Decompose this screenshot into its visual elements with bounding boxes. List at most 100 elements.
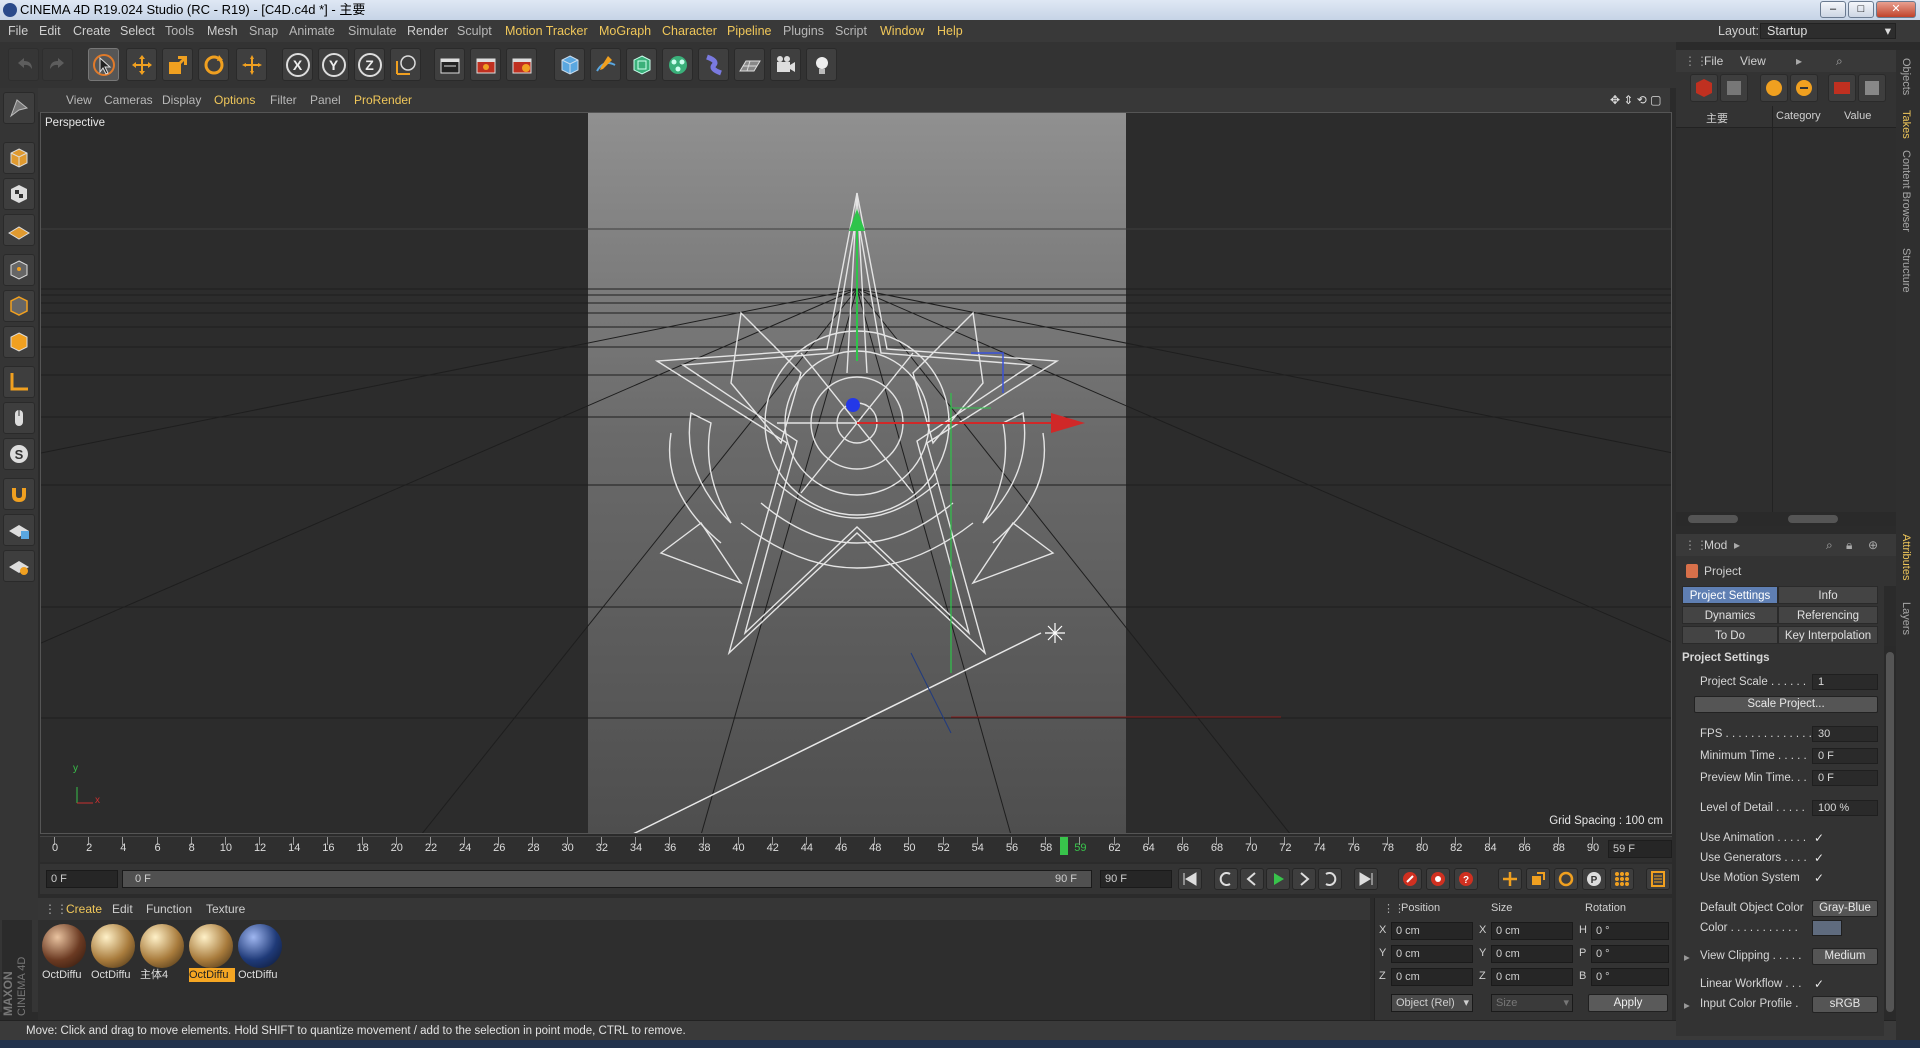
rotation-p-field[interactable]: 0 ° [1591, 945, 1669, 963]
render-object-icon[interactable] [1828, 74, 1856, 102]
object-horizontal-scrollbar[interactable] [1676, 512, 1896, 526]
material-menu-texture[interactable]: Texture [206, 898, 245, 920]
size-y-field[interactable]: 0 cm [1491, 945, 1573, 963]
timeline-layout-icon[interactable] [1646, 868, 1670, 890]
tab-dynamics[interactable]: Dynamics [1682, 606, 1778, 624]
attributes-mode-menu[interactable]: Mod [1704, 534, 1727, 556]
cube-icon[interactable] [554, 48, 585, 81]
lock-workplane-icon[interactable] [3, 514, 35, 546]
use-motion-system-checkbox[interactable]: ✓ [1814, 872, 1826, 884]
minimize-button[interactable]: – [1820, 1, 1846, 18]
size-z-field[interactable]: 0 cm [1491, 968, 1573, 986]
material-swatch[interactable]: OctDiffu [189, 924, 235, 986]
menu-edit[interactable]: Edit [39, 20, 61, 42]
rotate-icon[interactable] [198, 48, 229, 81]
use-generators-checkbox[interactable]: ✓ [1814, 852, 1826, 864]
menu-script[interactable]: Script [835, 20, 867, 42]
viewport-menu-prorender[interactable]: ProRender [354, 88, 412, 112]
linear-workflow-checkbox[interactable]: ✓ [1814, 978, 1826, 990]
next-frame-icon[interactable] [1292, 868, 1316, 890]
side-tab-objects[interactable]: Objects [1900, 58, 1912, 95]
undo-icon[interactable] [8, 48, 39, 81]
filter-icon[interactable] [1790, 74, 1818, 102]
live-selection-icon[interactable] [88, 48, 119, 81]
render-settings-icon[interactable] [506, 48, 537, 81]
color-swatch[interactable] [1812, 920, 1842, 936]
keyframe-selection-icon[interactable]: ? [1454, 868, 1478, 890]
camera-icon[interactable] [770, 48, 801, 81]
timeline-ruler[interactable]: 0 2 4 6 8 10 12 14 16 18 20 22 24 26 28 30 32 34 36 38 40 42 4… [40, 836, 1672, 862]
play-icon[interactable] [1266, 868, 1290, 890]
pen-spline-icon[interactable] [590, 48, 621, 81]
go-to-start-icon[interactable] [1178, 868, 1202, 890]
apply-button[interactable]: Apply [1588, 994, 1668, 1012]
menu-sculpt[interactable]: Sculpt [457, 20, 492, 42]
layout-select[interactable]: Startup ▾ [1760, 23, 1896, 39]
light-icon[interactable] [806, 48, 837, 81]
expand-arrow-icon[interactable]: ▸ [1684, 998, 1690, 1012]
viewport-navigation-icon[interactable]: ✥ ⇕ ⟲ ▢ [1610, 88, 1662, 112]
search-icon[interactable]: ⌕ [1826, 534, 1833, 556]
scale-icon[interactable] [162, 48, 193, 81]
tag-icon[interactable] [1760, 74, 1788, 102]
position-x-field[interactable]: 0 cm [1391, 922, 1473, 940]
object-settings-icon[interactable] [1858, 74, 1886, 102]
add-object-icon[interactable] [1690, 74, 1718, 102]
position-z-field[interactable]: 0 cm [1391, 968, 1473, 986]
level-of-detail-field[interactable]: 100 % [1812, 800, 1878, 816]
preview-min-time-field[interactable]: 0 F [1812, 770, 1878, 786]
points-mode-icon[interactable] [3, 254, 35, 286]
size-x-field[interactable]: 0 cm [1491, 922, 1573, 940]
rotation-key-icon[interactable] [1554, 868, 1578, 890]
project-scale-field[interactable]: 1 [1812, 674, 1878, 690]
transform-icon[interactable] [236, 48, 267, 81]
menu-snap[interactable]: Snap [249, 20, 278, 42]
side-tab-attributes[interactable]: Attributes [1900, 534, 1912, 580]
deformer-icon[interactable] [698, 48, 729, 81]
position-y-field[interactable]: 0 cm [1391, 945, 1473, 963]
menu-create[interactable]: Create [73, 20, 111, 42]
viewport-menu-panel[interactable]: Panel [310, 88, 341, 112]
x-axis-lock-button[interactable]: X [282, 48, 313, 81]
preview-range-slider[interactable]: 0 F 90 F [122, 870, 1092, 888]
workplane-mode-icon[interactable] [3, 214, 35, 246]
viewport-menu-display[interactable]: Display [162, 88, 201, 112]
menu-motion-tracker[interactable]: Motion Tracker [505, 20, 588, 42]
go-to-end-icon[interactable] [1354, 868, 1378, 890]
search-icon[interactable]: ⌕ [1836, 50, 1843, 72]
side-tab-takes[interactable]: Takes [1900, 110, 1912, 139]
edges-mode-icon[interactable] [3, 290, 35, 322]
tab-project-settings[interactable]: Project Settings [1682, 586, 1778, 604]
magnet-icon[interactable] [3, 478, 35, 510]
previous-key-icon[interactable] [1214, 868, 1238, 890]
viewport-menu-options[interactable]: Options [214, 88, 255, 112]
rotation-h-field[interactable]: 0 ° [1591, 922, 1669, 940]
redo-icon[interactable] [42, 48, 73, 81]
next-key-icon[interactable] [1318, 868, 1342, 890]
tweak-mode-icon[interactable] [3, 402, 35, 434]
viewport-menu-cameras[interactable]: Cameras [104, 88, 153, 112]
menu-mograph[interactable]: MoGraph [599, 20, 651, 42]
menu-select[interactable]: Select [120, 20, 155, 42]
viewport-menu-view[interactable]: View [66, 88, 92, 112]
parameter-key-icon[interactable]: P [1582, 868, 1606, 890]
polygons-mode-icon[interactable] [3, 326, 35, 358]
expand-arrow-icon[interactable]: ▸ [1684, 950, 1690, 964]
view-clipping-select[interactable]: Medium [1812, 948, 1878, 965]
side-tab-structure[interactable]: Structure [1900, 248, 1912, 293]
menu-file[interactable]: File [8, 20, 28, 42]
tab-info[interactable]: Info [1778, 586, 1878, 604]
planar-workplane-icon[interactable] [3, 550, 35, 582]
z-axis-lock-button[interactable]: Z [354, 48, 385, 81]
menu-plugins[interactable]: Plugins [783, 20, 824, 42]
menu-character[interactable]: Character [662, 20, 717, 42]
subdivision-surface-icon[interactable] [626, 48, 657, 81]
size-mode-select[interactable]: Size ▾ [1491, 994, 1573, 1012]
menu-simulate[interactable]: Simulate [348, 20, 397, 42]
make-editable-icon[interactable] [3, 92, 35, 124]
material-menu-function[interactable]: Function [146, 898, 192, 920]
perspective-viewport[interactable]: Perspective y x Grid Spacing : 100 cm [40, 112, 1672, 834]
fps-field[interactable]: 30 [1812, 726, 1878, 742]
lock-icon[interactable]: 🔒︎ [1846, 534, 1852, 556]
texture-mode-icon[interactable] [3, 178, 35, 210]
